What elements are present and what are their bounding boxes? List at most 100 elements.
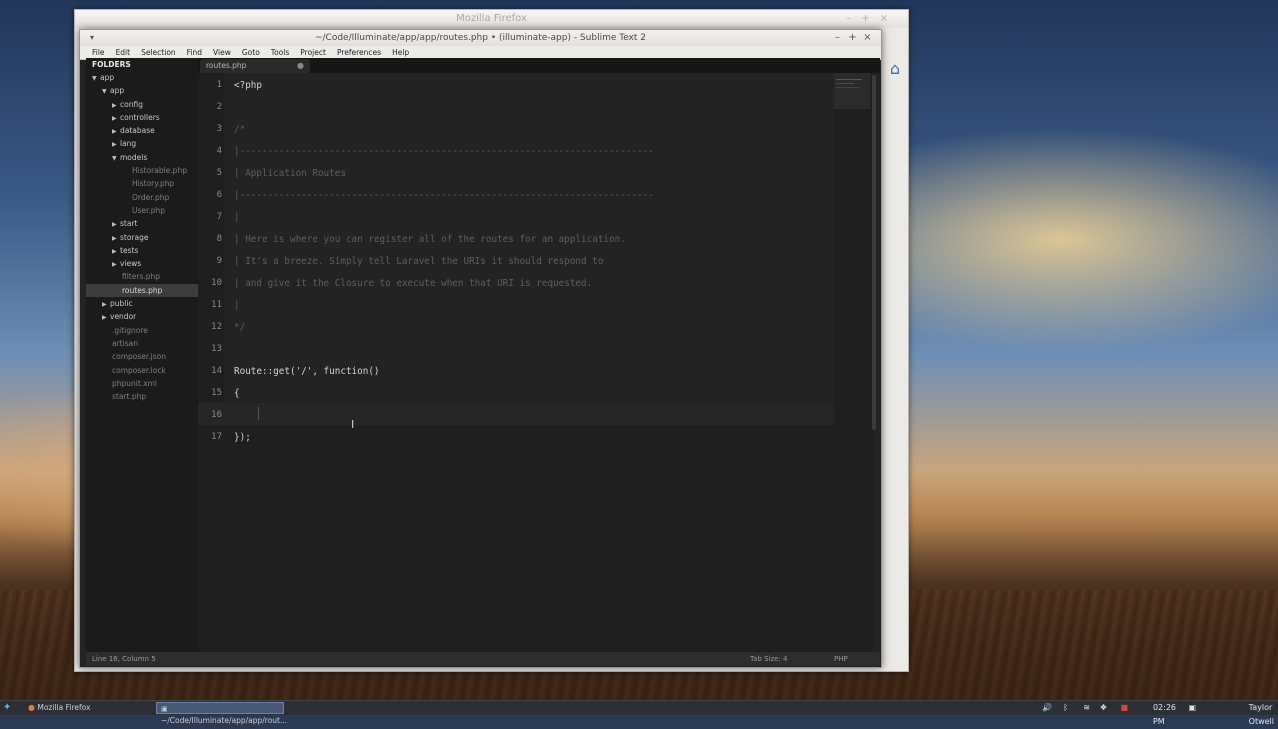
sidebar-item-label: models <box>120 152 148 162</box>
menu-preferences[interactable]: Preferences <box>337 48 381 57</box>
firefox-titlebar[interactable]: Mozilla Firefox –+× <box>75 10 908 28</box>
ibeam-cursor-icon: I <box>351 418 355 431</box>
code-line: | It's a breeze. Simply tell Laravel the… <box>234 256 604 267</box>
sidebar-folder[interactable]: ▶ database <box>86 124 198 137</box>
window-menu-icon[interactable]: ▾ <box>90 30 94 46</box>
sidebar-folder[interactable]: ▶ start <box>86 217 198 230</box>
syntax-indicator[interactable]: PHP <box>834 652 848 666</box>
sidebar-item-label: composer.lock <box>112 365 166 375</box>
sidebar-folder[interactable]: ▼ app <box>86 84 198 97</box>
taskbar: ✦ ● Mozilla Firefox ▣ ~/Code/Illuminate/… <box>0 700 1278 726</box>
collapsed-arrow-icon[interactable]: ▶ <box>112 218 120 231</box>
sidebar-folder[interactable]: ▶ public <box>86 297 198 310</box>
code-editor[interactable]: 1 <?php 2 3 /* 4 |----------------------------… <box>198 73 876 652</box>
expanded-arrow-icon[interactable]: ▼ <box>102 85 110 98</box>
sidebar-item-label: lang <box>120 139 137 149</box>
sidebar-file[interactable]: composer.lock <box>86 364 198 377</box>
code-line: |---------------------------------------… <box>234 190 654 201</box>
home-icon[interactable]: ⌂ <box>886 60 904 78</box>
sublime-titlebar[interactable]: ▾ ~/Code/Illuminate/app/app/routes.php •… <box>80 30 881 46</box>
indent-guide <box>258 407 259 420</box>
sidebar-folder[interactable]: ▼ models <box>86 151 198 164</box>
tab-bar: routes.php ● <box>198 58 880 73</box>
taskbar-sublime[interactable]: ▣ ~/Code/Illuminate/app/app/rout... <box>156 702 287 725</box>
sidebar-folder[interactable]: ▶ lang <box>86 137 198 150</box>
sidebar-file[interactable]: Historable.php <box>86 164 198 177</box>
sidebar-file[interactable]: Order.php <box>86 191 198 204</box>
collapsed-arrow-icon[interactable]: ▶ <box>112 99 120 112</box>
wifi-icon[interactable]: ≋ <box>1083 701 1090 715</box>
firefox-window-controls[interactable]: –+× <box>846 10 898 28</box>
collapsed-arrow-icon[interactable]: ▶ <box>112 245 120 258</box>
expanded-arrow-icon[interactable]: ▼ <box>112 152 120 165</box>
volume-icon[interactable]: 🔊 <box>1042 701 1052 715</box>
tab-routes-php[interactable]: routes.php ● <box>200 59 310 73</box>
code-line: /* <box>234 124 246 135</box>
maximize-button[interactable]: + <box>845 30 860 46</box>
minimize-button[interactable]: – <box>830 30 845 46</box>
unsaved-dot-icon[interactable]: ● <box>297 59 304 73</box>
sidebar-folder[interactable]: ▶ controllers <box>86 111 198 124</box>
sidebar-item-label: .gitignore <box>112 325 148 335</box>
sidebar-item-label: History.php <box>132 179 175 189</box>
current-line-highlight <box>198 403 834 425</box>
sidebar-item-label: artisan <box>112 338 138 348</box>
sidebar-file[interactable]: filters.php <box>86 270 198 283</box>
sublime-window[interactable]: ▾ ~/Code/Illuminate/app/app/routes.php •… <box>79 29 882 668</box>
sidebar-item-label: tests <box>120 245 139 255</box>
clock[interactable]: 02:26 PM <box>1153 701 1176 729</box>
sidebar-folder[interactable]: ▶ vendor <box>86 310 198 323</box>
menu-help[interactable]: Help <box>392 48 409 57</box>
sidebar-file[interactable]: start.php <box>86 390 198 403</box>
status-bar: Line 16, Column 5 Tab Size: 4 PHP <box>86 652 880 666</box>
menu-selection[interactable]: Selection <box>141 48 176 57</box>
sidebar-file[interactable]: routes.php <box>86 283 198 298</box>
menu-edit[interactable]: Edit <box>116 48 131 57</box>
line-number: 5 <box>216 168 222 178</box>
notification-icon[interactable]: ■ <box>1120 701 1128 715</box>
sidebar-item-label: start.php <box>112 392 147 402</box>
collapsed-arrow-icon[interactable]: ▶ <box>112 112 120 125</box>
display-icon[interactable]: ▣ <box>1188 701 1196 715</box>
sidebar-folder[interactable]: ▶ tests <box>86 244 198 257</box>
expanded-arrow-icon[interactable]: ▼ <box>92 72 100 85</box>
terminal-icon: ▣ <box>161 705 168 713</box>
menu-project[interactable]: Project <box>300 48 326 57</box>
dropbox-icon[interactable]: ❖ <box>1100 701 1107 715</box>
menu-find[interactable]: Find <box>187 48 202 57</box>
sidebar-item-label: storage <box>120 232 149 242</box>
sidebar-file[interactable]: phpunit.xml <box>86 377 198 390</box>
sidebar-file[interactable]: History.php <box>86 177 198 190</box>
collapsed-arrow-icon[interactable]: ▶ <box>112 258 120 271</box>
sidebar-folder[interactable]: ▶ storage <box>86 231 198 244</box>
close-button[interactable]: × <box>860 30 875 46</box>
menu-view[interactable]: View <box>213 48 231 57</box>
code-line: | Application Routes <box>234 168 346 179</box>
folder-tree: ▼ app ▼ app ▶ config ▶ controllers ▶ database ▶ lan… <box>86 71 198 403</box>
menu-file[interactable]: File <box>92 48 105 57</box>
sidebar-file[interactable]: .gitignore <box>86 324 198 337</box>
collapsed-arrow-icon[interactable]: ▶ <box>102 311 110 324</box>
collapsed-arrow-icon[interactable]: ▶ <box>112 138 120 151</box>
code-line: | <box>234 300 240 311</box>
minimap[interactable] <box>834 73 870 109</box>
collapsed-arrow-icon[interactable]: ▶ <box>112 232 120 245</box>
code-line: | Here is where you can register all of … <box>234 234 626 245</box>
collapsed-arrow-icon[interactable]: ▶ <box>112 125 120 138</box>
sidebar-folder[interactable]: ▼ app <box>86 71 198 84</box>
vertical-scrollbar[interactable] <box>872 75 876 430</box>
collapsed-arrow-icon[interactable]: ▶ <box>102 298 110 311</box>
sidebar-file[interactable]: User.php <box>86 204 198 217</box>
user-name[interactable]: Taylor Otwell <box>1249 701 1274 729</box>
menu-tools[interactable]: Tools <box>271 48 289 57</box>
sidebar-folder[interactable]: ▶ views <box>86 257 198 270</box>
menu-goto[interactable]: Goto <box>242 48 260 57</box>
tab-size-indicator[interactable]: Tab Size: 4 <box>750 652 787 666</box>
sidebar-folder[interactable]: ▶ config <box>86 98 198 111</box>
sidebar-file[interactable]: artisan <box>86 337 198 350</box>
sidebar-file[interactable]: composer.json <box>86 350 198 363</box>
bluetooth-icon[interactable]: ᛒ <box>1063 701 1068 715</box>
start-menu-icon[interactable]: ✦ <box>3 701 11 715</box>
line-number: 12 <box>211 322 222 332</box>
taskbar-firefox[interactable]: ● Mozilla Firefox <box>24 702 94 714</box>
